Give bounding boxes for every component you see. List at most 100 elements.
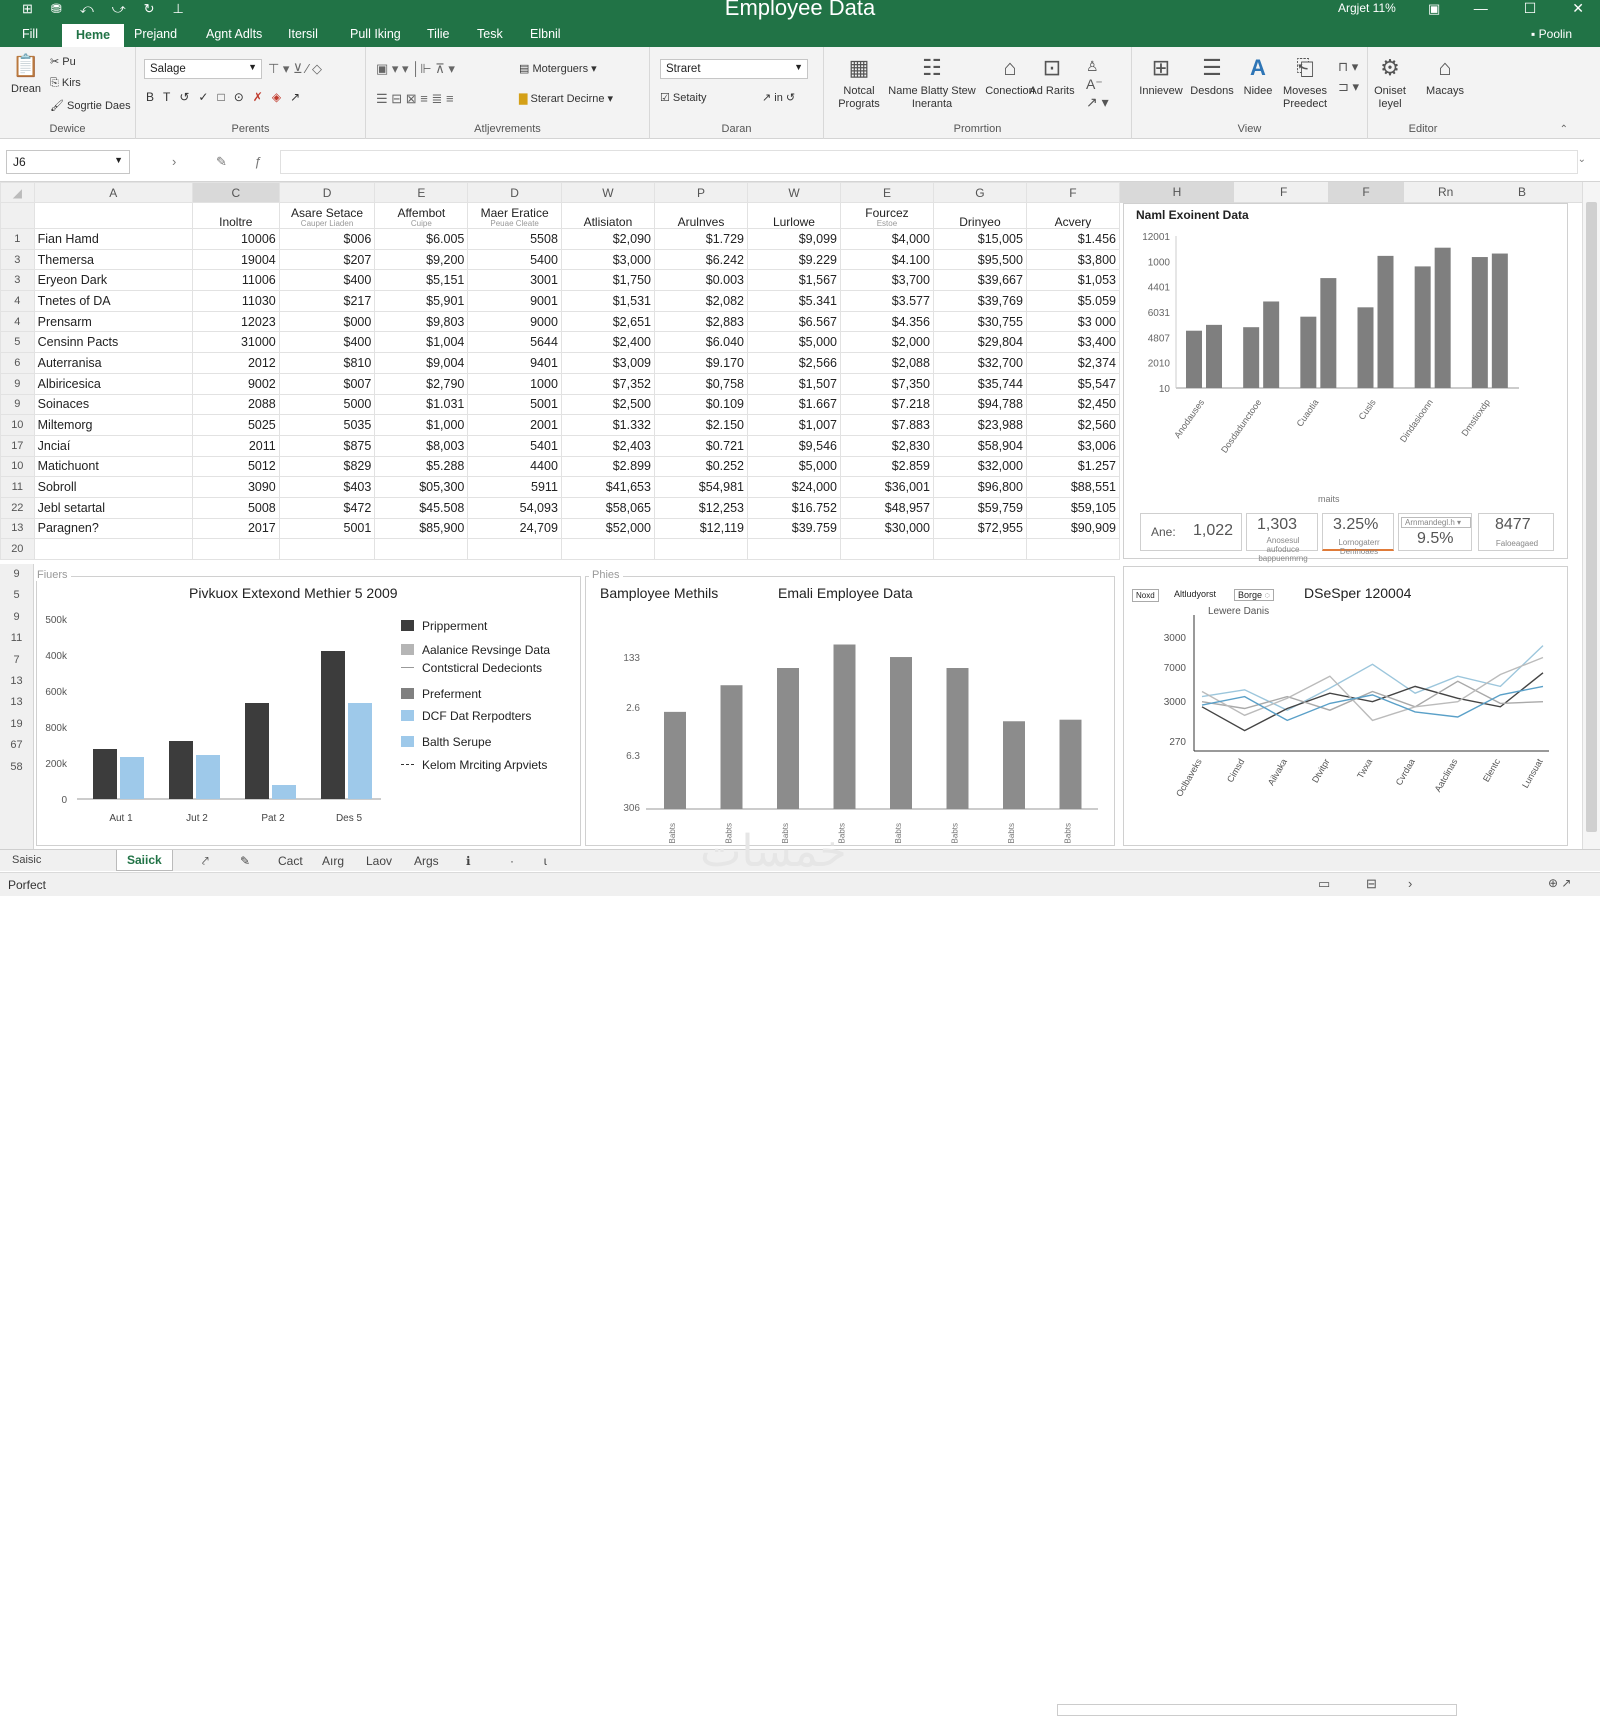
kpi-four[interactable]: Arnmandegl.h ▾ 9.5% (1398, 513, 1472, 551)
sheet-tool-bar[interactable]: ɩ (544, 854, 547, 868)
table-header-cell[interactable]: Acvery (1025, 202, 1121, 229)
name-box[interactable]: J6 ▼ (6, 150, 130, 174)
table-cell[interactable]: Eryeon Dark (33, 269, 193, 292)
table-cell[interactable]: $3,000 (560, 248, 655, 271)
table-cell[interactable]: Matichuont (33, 455, 193, 478)
sheet-tool-dot[interactable]: · (510, 854, 514, 868)
row-number[interactable]: 5 (0, 331, 35, 354)
table-cell[interactable]: $2,000 (839, 331, 934, 354)
normal-view-icon[interactable]: ▭ (1318, 876, 1330, 892)
copy-button[interactable]: ⎘ Kirs (50, 77, 81, 90)
formula-input[interactable] (280, 150, 1578, 174)
table-cell[interactable] (560, 538, 655, 560)
table-cell[interactable]: 5025 (191, 414, 280, 436)
table-cell[interactable]: $39,769 (932, 290, 1027, 312)
table-cell[interactable]: $400 (278, 331, 376, 354)
column-header[interactable]: E (839, 182, 934, 203)
table-cell[interactable]: $1.332 (560, 414, 655, 436)
table-cell[interactable]: $3,009 (560, 352, 655, 374)
table-cell[interactable]: $5,901 (374, 290, 469, 312)
table-cell[interactable]: $5.341 (746, 290, 841, 312)
column-header[interactable]: C (191, 182, 280, 203)
table-cell[interactable]: $12,253 (653, 496, 748, 519)
table-cell[interactable]: $05,300 (374, 476, 469, 498)
table-cell[interactable]: $2,560 (1025, 414, 1121, 436)
table-cell[interactable]: Jebl setartal (33, 496, 193, 519)
table-cell[interactable]: 5401 (467, 434, 562, 457)
designs-button[interactable]: ☰ Desdons (1186, 55, 1238, 98)
table-cell[interactable]: $23,988 (932, 414, 1027, 436)
interview-button[interactable]: ⊞ Innievew (1134, 55, 1188, 98)
table-header-cell[interactable]: Maer Eratice Peuae Cleate (467, 202, 562, 229)
sheet-tool-cact[interactable]: Cact (278, 854, 303, 868)
edit-icon[interactable]: ✎ (216, 154, 227, 170)
table-cell[interactable]: $4.356 (839, 310, 934, 333)
table-cell[interactable]: Albiricesica (33, 372, 193, 395)
table-cell[interactable]: 5008 (191, 496, 280, 519)
table-cell[interactable]: 5035 (278, 414, 376, 436)
row-number[interactable]: 13 (0, 692, 33, 713)
table-cell[interactable]: $2,883 (653, 310, 748, 333)
table-cell[interactable]: $2,400 (560, 331, 655, 354)
view-extra-icons[interactable]: ⊓ ▾ ⊐ ▾ (1338, 57, 1359, 97)
sheet-tool-airg[interactable]: Aırg (322, 854, 344, 868)
table-cell[interactable]: $9.229 (746, 248, 841, 271)
table-cell[interactable]: $6.005 (374, 228, 469, 250)
alignment-icons-bottom[interactable]: ☰ ⊟ ⊠ ≡ ≣ ≡ (376, 91, 454, 107)
table-cell[interactable]: $2.150 (653, 414, 748, 436)
table-cell[interactable]: $5,000 (746, 455, 841, 478)
table-cell[interactable]: $5,547 (1025, 372, 1121, 395)
table-cell[interactable]: $0.721 (653, 434, 748, 457)
bottom-middle-chart-panel[interactable]: Bamployee Methils Emali Employee Data 13… (585, 576, 1115, 846)
column-header[interactable]: E (374, 182, 469, 203)
table-cell[interactable]: $829 (278, 455, 376, 478)
table-cell[interactable]: $32,700 (932, 352, 1027, 374)
alignment-icons-top[interactable]: ▣ ▾ ▾ │⊩ ⊼ ▾ (376, 61, 455, 77)
table-cell[interactable]: Auterranisa (33, 352, 193, 374)
table-cell[interactable] (191, 538, 280, 560)
column-header[interactable]: G (932, 182, 1027, 203)
row-number[interactable]: 11 (0, 476, 35, 498)
table-header-cell[interactable]: Drinyeo (932, 202, 1027, 229)
paste-button[interactable]: 📋 Drean (6, 53, 46, 96)
table-cell[interactable]: $45.508 (374, 496, 469, 519)
table-cell[interactable]: 19004 (191, 248, 280, 271)
table-cell[interactable]: $4,000 (839, 228, 934, 250)
table-cell[interactable] (932, 538, 1027, 560)
table-cell[interactable]: $875 (278, 434, 376, 457)
table-cell[interactable]: $2,651 (560, 310, 655, 333)
table-cell[interactable]: $5,151 (374, 269, 469, 292)
table-cell[interactable]: $52,000 (560, 517, 655, 540)
table-cell[interactable]: Fian Hamd (33, 228, 193, 250)
table-cell[interactable]: $1.257 (1025, 455, 1121, 478)
table-cell[interactable]: 12023 (191, 310, 280, 333)
merge-button[interactable]: ▤ Moterguers ▾ (519, 62, 597, 75)
table-cell[interactable]: $0.252 (653, 455, 748, 478)
column-header[interactable]: F (1328, 182, 1404, 203)
table-cell[interactable]: $0,758 (653, 372, 748, 395)
table-cell[interactable] (278, 538, 376, 560)
expand-formula-icon[interactable]: ⌄ (1578, 154, 1586, 165)
table-cell[interactable]: 3001 (467, 269, 562, 292)
column-header[interactable]: W (560, 182, 655, 203)
table-cell[interactable]: $30,755 (932, 310, 1027, 333)
table-cell[interactable]: $58,904 (932, 434, 1027, 457)
tab-view[interactable]: Tesk (477, 27, 503, 41)
top-right-chart-panel[interactable]: Naml Exoinent Data 12001 1000 4401 6031 4807… (1123, 203, 1568, 559)
moveses-button[interactable]: ⎗ Moveses Preedect (1276, 55, 1334, 111)
row-number[interactable]: 13 (0, 671, 33, 692)
table-cell[interactable]: $5.288 (374, 455, 469, 478)
table-cell[interactable]: $2,374 (1025, 352, 1121, 374)
table-cell[interactable]: 2012 (191, 352, 280, 374)
table-cell[interactable]: $7,350 (839, 372, 934, 395)
row-number[interactable]: 22 (0, 496, 35, 519)
row-number[interactable]: 10 (0, 414, 35, 436)
table-cell[interactable]: Prensarm (33, 310, 193, 333)
table-cell[interactable]: $9,004 (374, 352, 469, 374)
table-cell[interactable]: 11030 (191, 290, 280, 312)
table-cell[interactable]: $9,546 (746, 434, 841, 457)
table-cell[interactable]: Soinaces (33, 393, 193, 416)
table-cell[interactable]: $15,005 (932, 228, 1027, 250)
row-number[interactable]: 19 (0, 714, 33, 735)
row-number[interactable]: 13 (0, 517, 35, 540)
